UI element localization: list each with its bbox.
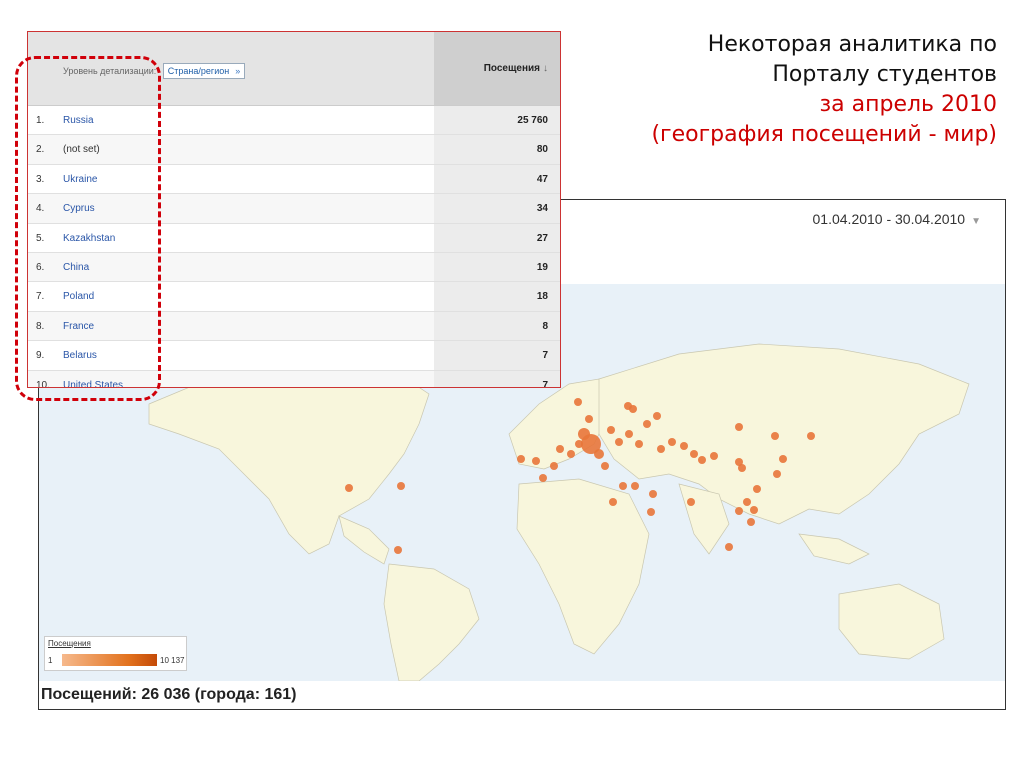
visit-dot — [615, 438, 623, 446]
visit-dot — [771, 432, 779, 440]
visit-dot — [601, 462, 609, 470]
visit-dot — [649, 490, 657, 498]
visit-dot — [635, 440, 643, 448]
visits-value: 19 — [434, 252, 560, 282]
title-line-2: Порталу студентов — [772, 62, 997, 87]
visit-dot — [647, 508, 655, 516]
slide-title: Некоторая аналитика по Порталу студентов… — [517, 30, 997, 150]
date-range-picker[interactable]: 01.04.2010 - 30.04.2010 ▼ — [813, 211, 981, 227]
visits-value: 47 — [434, 164, 560, 194]
visit-dot — [607, 426, 615, 434]
visit-dot — [517, 455, 525, 463]
dimension-select[interactable]: Страна/регион » — [162, 63, 246, 79]
visit-dot — [643, 420, 651, 428]
visits-value: 80 — [434, 135, 560, 164]
visit-dot — [747, 518, 755, 526]
visit-dot — [657, 445, 665, 453]
legend-min: 1 — [48, 656, 53, 665]
visit-dot — [539, 474, 547, 482]
visit-dot — [609, 498, 617, 506]
legend-color-scale — [62, 654, 157, 666]
visit-dot — [397, 482, 405, 490]
triangle-down-icon[interactable]: ▼ — [971, 216, 981, 227]
visit-dot — [738, 464, 746, 472]
title-line-4: (география посещений - мир) — [651, 122, 997, 147]
visits-value: 25 760 — [434, 106, 560, 135]
visit-dot — [773, 470, 781, 478]
visits-value: 18 — [434, 282, 560, 311]
metric-header[interactable]: Посещения ↓ — [484, 63, 548, 74]
visits-value: 34 — [434, 194, 560, 223]
visit-dot — [698, 456, 706, 464]
date-range-text: 01.04.2010 - 30.04.2010 — [812, 211, 966, 227]
visits-summary: Посещений: 26 036 (города: 161) — [41, 686, 297, 703]
arrow-down-icon: ↓ — [543, 63, 548, 74]
dashed-highlight — [15, 56, 161, 401]
visit-dot — [394, 546, 402, 554]
visit-dot — [653, 412, 661, 420]
title-line-1: Некоторая аналитика по — [707, 32, 997, 57]
visit-dot — [668, 438, 676, 446]
visit-dot — [624, 402, 632, 410]
legend-title[interactable]: Посещения — [48, 639, 91, 648]
visits-value: 8 — [434, 311, 560, 341]
double-chevron-down-icon: » — [235, 66, 241, 76]
visit-dot — [687, 498, 695, 506]
visit-dot — [619, 482, 627, 490]
dimension-value: Страна/регион — [167, 66, 230, 76]
visits-value: 7 — [434, 370, 560, 387]
visits-value: 7 — [434, 341, 560, 370]
visit-dot — [735, 423, 743, 431]
visit-dot — [550, 462, 558, 470]
visit-dot — [532, 457, 540, 465]
visit-dot — [690, 450, 698, 458]
visit-dot — [750, 506, 758, 514]
visit-dot — [735, 507, 743, 515]
visit-dot — [585, 415, 593, 423]
metric-header-label: Посещения — [483, 63, 540, 74]
visit-dot — [567, 450, 575, 458]
visit-dot — [725, 543, 733, 551]
visit-dot — [779, 455, 787, 463]
legend-max: 10 137 — [160, 656, 185, 665]
visit-dot — [807, 432, 815, 440]
visit-dot — [556, 445, 564, 453]
visit-dot — [753, 485, 761, 493]
visit-dot — [625, 430, 633, 438]
visit-dot — [743, 498, 751, 506]
visit-dot — [631, 482, 639, 490]
visit-dot — [680, 442, 688, 450]
visit-dot — [710, 452, 718, 460]
visit-dot — [345, 484, 353, 492]
visit-dot — [574, 398, 582, 406]
title-line-3: за апрель 2010 — [819, 92, 997, 117]
visits-value: 27 — [434, 223, 560, 252]
visit-dot — [594, 449, 604, 459]
map-legend: Посещения 1 10 137 — [44, 636, 187, 671]
